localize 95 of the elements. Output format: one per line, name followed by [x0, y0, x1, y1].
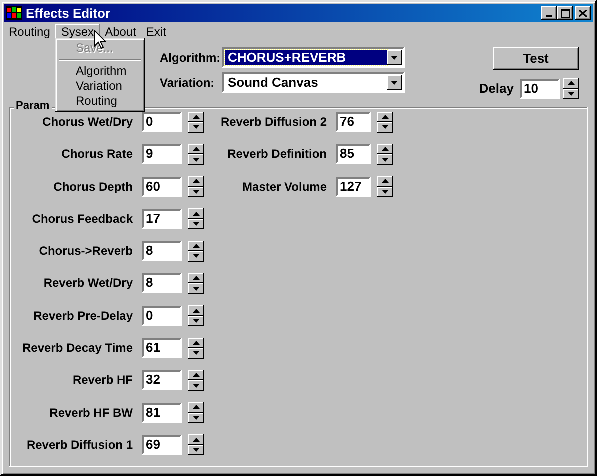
down-arrow-icon[interactable]	[192, 158, 200, 162]
field-label: Reverb Pre-Delay	[32, 308, 134, 323]
down-arrow-icon[interactable]	[192, 384, 200, 388]
field-label: Reverb Wet/Dry	[42, 276, 134, 290]
menu-item[interactable]: Routing	[56, 94, 144, 109]
field-label: Chorus Rate	[60, 147, 134, 162]
spinner[interactable]	[188, 208, 204, 230]
spinner[interactable]	[188, 240, 204, 262]
spinner[interactable]	[563, 78, 579, 99]
down-arrow-icon[interactable]	[192, 125, 200, 130]
field-label: Chorus Depth	[52, 180, 134, 194]
up-arrow-icon[interactable]	[192, 114, 200, 119]
spinner[interactable]	[188, 305, 204, 326]
field-label: Reverb HF	[72, 373, 134, 388]
spinner[interactable]	[188, 272, 204, 294]
field-label: Reverb Diffusion 1	[26, 438, 134, 452]
input-field[interactable]: 76	[336, 112, 371, 132]
up-arrow-icon[interactable]	[382, 114, 388, 119]
input-field[interactable]: 8	[142, 273, 182, 294]
down-arrow-icon[interactable]	[192, 351, 200, 356]
spinner[interactable]	[188, 144, 204, 165]
field-label: Algorithm:	[160, 50, 222, 64]
down-arrow-icon[interactable]	[382, 190, 388, 194]
spinner[interactable]	[377, 176, 393, 198]
input-field[interactable]: 81	[142, 402, 182, 423]
input-field[interactable]: 9	[142, 144, 182, 164]
test-button[interactable]: Test	[493, 47, 579, 70]
input-field[interactable]: 60	[142, 176, 182, 197]
spinner[interactable]	[188, 338, 204, 359]
field-label: Reverb Diffusion 2	[220, 115, 328, 129]
up-arrow-icon[interactable]	[192, 340, 200, 345]
spinner[interactable]	[188, 434, 204, 456]
input-field[interactable]: 85	[336, 144, 371, 164]
up-arrow-icon[interactable]	[192, 405, 200, 410]
field-label: Chorus Feedback	[31, 212, 134, 226]
menu-item[interactable]: Algorithm	[56, 64, 144, 79]
up-arrow-icon[interactable]	[192, 373, 200, 378]
dropdown[interactable]: Sound Canvas	[222, 72, 405, 93]
field-label: Reverb Decay Time	[21, 341, 134, 356]
input-field[interactable]: 32	[142, 370, 182, 390]
input-field[interactable]: 0	[142, 112, 182, 132]
up-arrow-icon[interactable]	[192, 244, 200, 248]
spinner[interactable]	[188, 176, 204, 198]
down-arrow-icon[interactable]	[192, 416, 200, 420]
down-arrow-icon[interactable]	[568, 92, 574, 96]
up-arrow-icon[interactable]	[192, 438, 200, 442]
up-arrow-icon[interactable]	[382, 147, 388, 152]
down-arrow-icon[interactable]	[382, 125, 388, 130]
up-arrow-icon[interactable]	[192, 147, 200, 152]
input-field[interactable]: 10	[520, 78, 560, 98]
spinner[interactable]	[188, 402, 204, 424]
app-icon	[6, 6, 22, 20]
minimize-button[interactable]	[541, 6, 557, 20]
maximize-button[interactable]	[557, 6, 573, 20]
field-label: Reverb Definition	[226, 147, 328, 162]
input-field[interactable]: 8	[142, 241, 182, 262]
dropdown-arrow-icon[interactable]	[391, 56, 398, 60]
dropdown-arrow-icon[interactable]	[391, 80, 398, 84]
down-arrow-icon[interactable]	[192, 190, 200, 194]
up-arrow-icon[interactable]	[382, 179, 388, 184]
down-arrow-icon[interactable]	[192, 448, 200, 452]
up-arrow-icon[interactable]	[568, 81, 574, 86]
field-label: Master Volume	[242, 180, 328, 194]
down-arrow-icon[interactable]	[192, 319, 200, 324]
menu-item[interactable]: Exit	[141, 24, 172, 40]
input-field[interactable]: 61	[142, 338, 182, 358]
input-field[interactable]: 17	[142, 208, 182, 229]
field-label: Chorus Wet/Dry	[42, 115, 134, 129]
field-label: Variation:	[160, 76, 216, 90]
input-field[interactable]: 0	[142, 306, 182, 326]
field-label: Delay	[479, 81, 514, 96]
down-arrow-icon[interactable]	[382, 158, 388, 162]
spinner[interactable]	[377, 112, 393, 132]
spinner[interactable]	[377, 144, 393, 165]
group-title: Param	[14, 100, 52, 112]
down-arrow-icon[interactable]	[192, 222, 200, 226]
field-label: Reverb HF BW	[48, 406, 134, 420]
menu-item[interactable]: Variation	[56, 79, 144, 94]
down-arrow-icon[interactable]	[192, 286, 200, 291]
field-label: Chorus->Reverb	[38, 244, 134, 258]
input-field[interactable]: 127	[336, 176, 371, 197]
up-arrow-icon[interactable]	[192, 276, 200, 280]
window-title: Effects Editor	[26, 6, 111, 20]
menu-item[interactable]: Routing	[4, 24, 56, 40]
down-arrow-icon[interactable]	[192, 254, 200, 258]
spinner[interactable]	[188, 370, 204, 391]
up-arrow-icon[interactable]	[192, 212, 200, 216]
up-arrow-icon[interactable]	[192, 179, 200, 184]
close-button[interactable]	[575, 6, 591, 20]
input-field[interactable]: 69	[142, 434, 182, 455]
close-icon	[579, 10, 587, 16]
dropdown[interactable]: CHORUS+REVERB	[222, 47, 405, 68]
up-arrow-icon[interactable]	[192, 308, 200, 313]
maximize-icon	[560, 8, 570, 18]
spinner[interactable]	[188, 112, 204, 132]
